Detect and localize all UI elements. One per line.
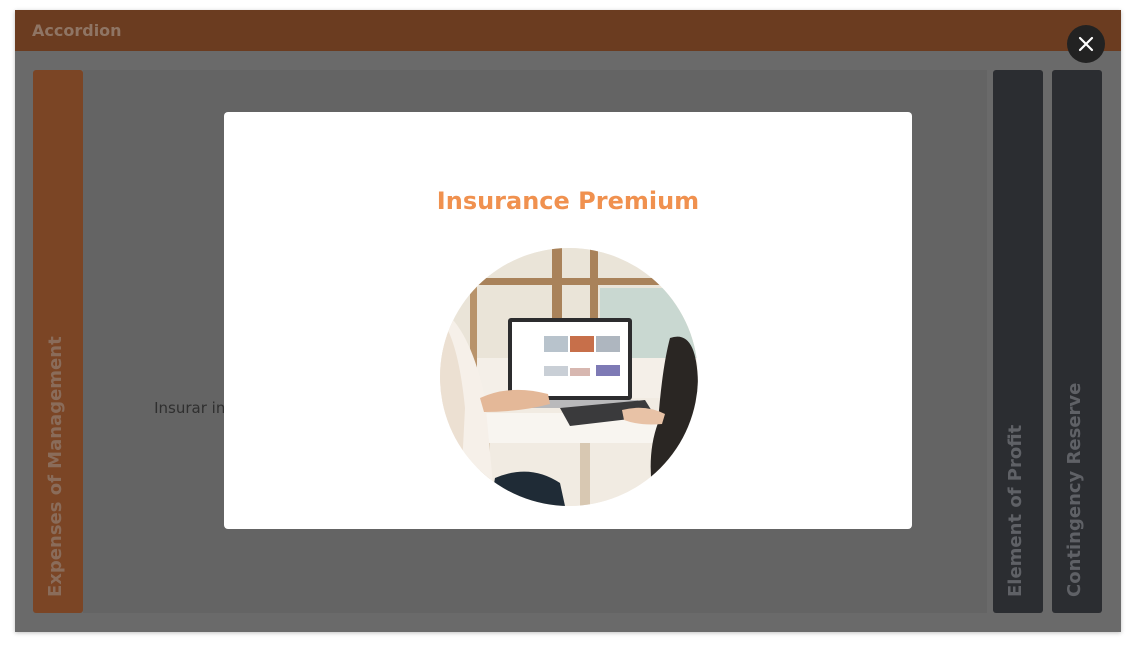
panel-label: Element of Profit (1005, 424, 1026, 597)
panel-element-of-profit[interactable]: Element of Profit (993, 70, 1043, 613)
close-button[interactable] (1067, 25, 1105, 63)
title-bar: Accordion (15, 10, 1121, 51)
panel-contingency-reserve[interactable]: Contingency Reserve (1052, 70, 1102, 613)
laptop-photo (440, 248, 698, 506)
modal-dialog: Insurance Premium (224, 112, 912, 529)
window-title: Accordion (32, 21, 122, 40)
modal-image (440, 248, 698, 506)
close-icon (1078, 36, 1094, 52)
panel-expenses-of-management[interactable]: Expenses of Management (33, 70, 83, 613)
panel-label: Contingency Reserve (1064, 382, 1085, 597)
panel-label: Expenses of Management (45, 336, 66, 597)
modal-title: Insurance Premium (436, 187, 700, 215)
